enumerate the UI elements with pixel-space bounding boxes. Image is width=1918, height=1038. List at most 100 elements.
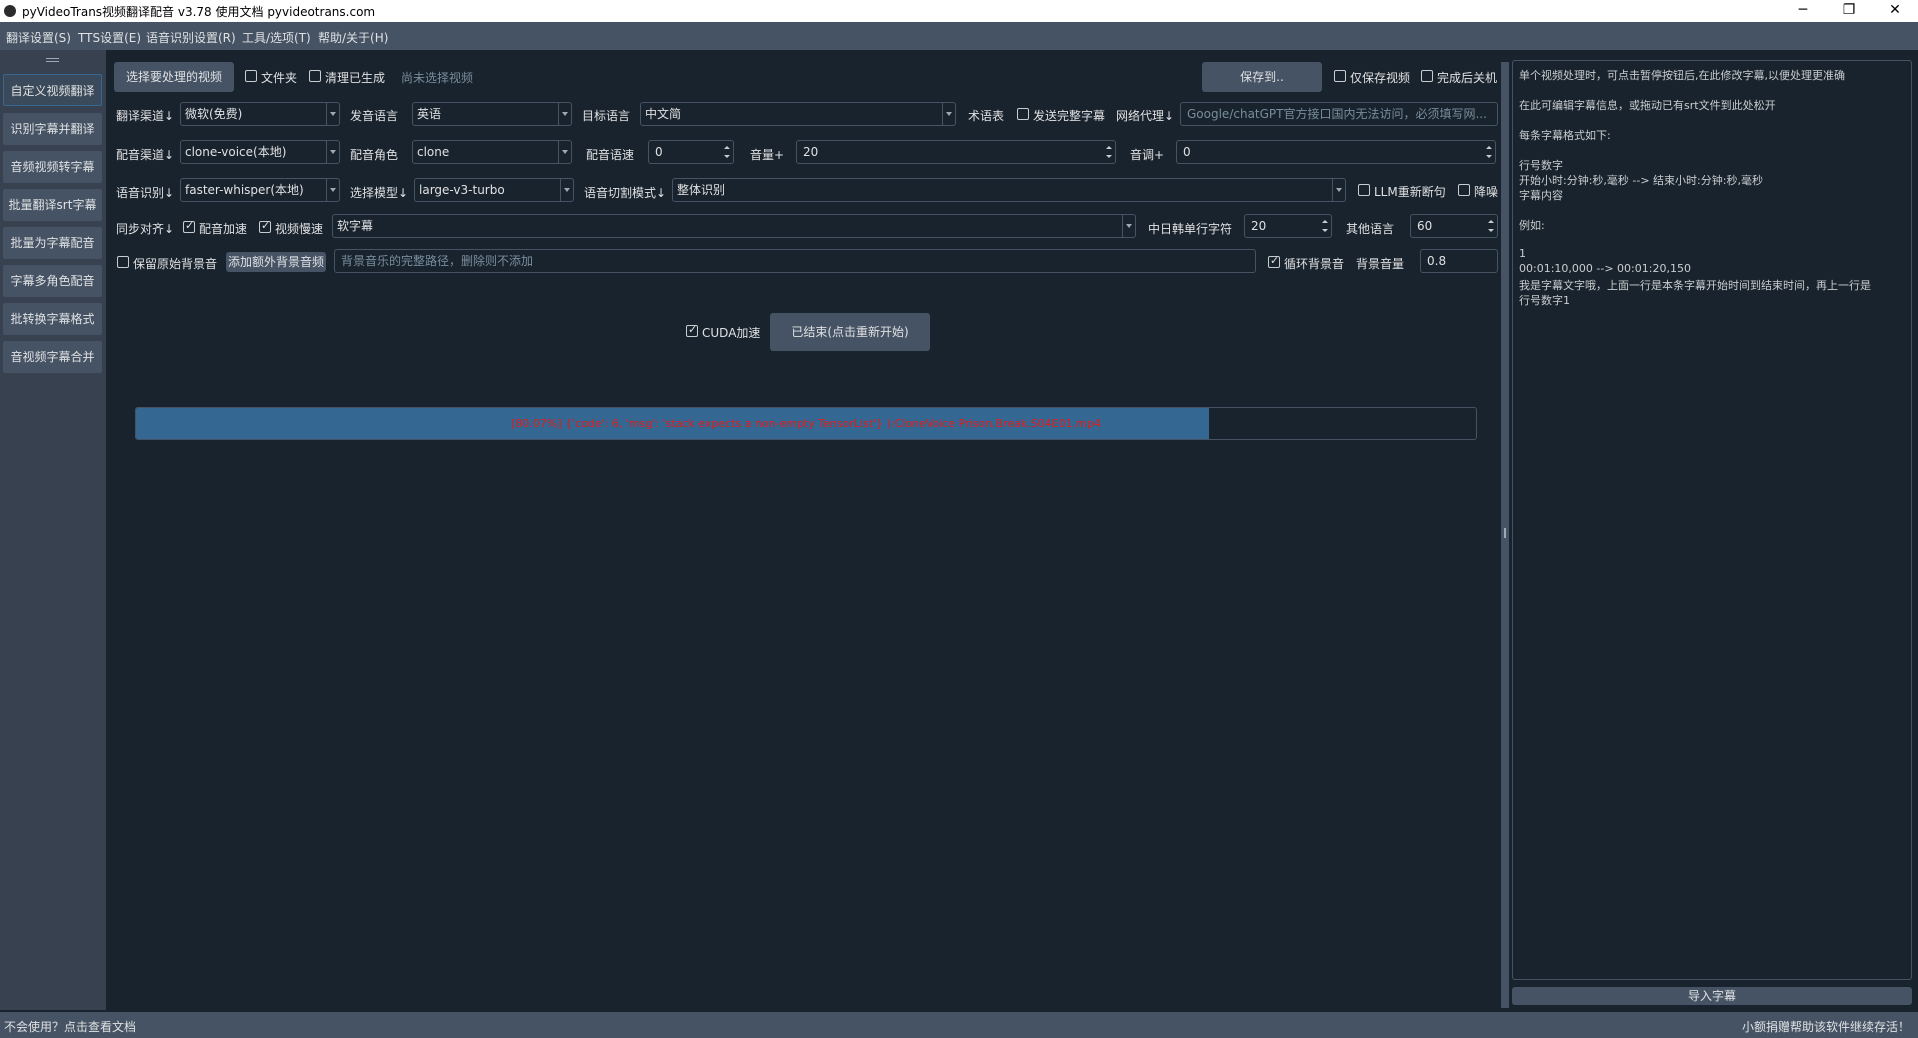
chevron-down-icon [326,141,339,163]
subtitle-editor[interactable]: 单个视频处理时，可点击暂停按钮后,在此修改字幕,以便处理更准确 在此可编辑字幕信… [1512,60,1912,980]
subtitle-text-line: 例如: [1519,219,1545,232]
cuda-label: CUDA加速 [702,326,761,340]
cuda-checkbox[interactable] [686,323,698,337]
sync-label[interactable]: 同步对齐↓ [116,220,174,237]
chevron-down-icon [1332,179,1345,201]
spin-down-icon [724,155,730,158]
spin-up-icon [1488,220,1494,223]
add-bg-audio-button[interactable]: 添加额外背景音频 [226,252,326,272]
llm-resplit-label: LLM重新断句 [1374,185,1446,199]
chevron-down-icon [326,179,339,201]
model-select[interactable]: large-v3-turbo [414,178,574,202]
video-slow-checkbox[interactable] [259,219,271,233]
title-bar: pyVideoTrans视频翻译配音 v3.78 使用文档 pyvideotra… [0,0,1918,22]
subtitle-text-line: 行号数字 [1519,159,1563,172]
volume-label: 音量+ [750,148,785,162]
start-button[interactable]: 已结束(点击重新开始) [770,313,930,351]
shutdown-after-checkbox[interactable] [1421,70,1433,82]
sidebar-item-convert-format[interactable]: 批转换字幕格式 [3,303,102,335]
save-video-only-label: 仅保存视频 [1350,71,1411,85]
subtitle-text-line: 1 [1519,247,1526,260]
folder-checkbox[interactable] [245,70,257,82]
menu-bar: 翻译设置(S) TTS设置(E) 语音识别设置(R) 工具/选项(T) 帮助/关… [0,22,1918,50]
split-mode-label[interactable]: 语音切割模式↓ [584,184,666,201]
subtitle-text-line: 行号数字1 [1519,294,1570,307]
save-video-only-checkbox[interactable] [1334,70,1346,82]
llm-resplit-checkbox[interactable] [1358,184,1370,196]
chevron-down-icon [558,141,571,163]
asr-label[interactable]: 语音识别↓ [116,184,174,201]
shutdown-after-label: 完成后关机 [1437,71,1498,85]
clear-generated-checkbox[interactable] [309,70,321,82]
source-lang-label: 发音语言 [350,109,399,123]
dub-role-select[interactable]: clone [412,140,572,164]
loop-bg-checkbox[interactable] [1268,254,1280,268]
menu-asr-settings[interactable]: 语音识别设置(R) [146,29,236,46]
save-to-button[interactable]: 保存到.. [1202,62,1322,92]
keep-bg-checkbox[interactable] [117,256,129,268]
sidebar-item-av-to-subtitle[interactable]: 音频视频转字幕 [3,151,102,183]
subtitle-text-line: 在此可编辑字幕信息，或拖动已有srt文件到此处松开 [1519,99,1776,112]
sidebar-handle-icon[interactable] [46,58,59,62]
proxy-label[interactable]: 网络代理↓ [1116,107,1174,124]
denoise-checkbox[interactable] [1458,184,1470,196]
dub-speed-label: 配音语速 [586,148,635,162]
asr-select[interactable]: faster-whisper(本地) [180,178,340,202]
cjk-chars-spinbox[interactable]: 20 [1244,214,1332,238]
sidebar-item-batch-dub[interactable]: 批量为字幕配音 [3,227,102,259]
close-button[interactable]: ✕ [1872,0,1918,22]
bg-volume-input[interactable]: 0.8 [1420,249,1498,273]
spin-up-icon [1486,146,1492,149]
restore-button[interactable]: ❐ [1826,0,1872,22]
keep-bg-label: 保留原始背景音 [133,257,218,271]
sidebar-item-merge-av-subtitle[interactable]: 音视频字幕合并 [3,341,102,373]
glossary-link[interactable]: 术语表 [968,107,1004,124]
select-video-button[interactable]: 选择要处理的视频 [114,62,234,92]
subtitle-text-line: 我是字幕文字哦，上面一行是本条字幕开始时间到结束时间，再上一行是 [1519,279,1871,292]
folder-label: 文件夹 [261,71,298,85]
menu-help[interactable]: 帮助/关于(H) [318,29,388,46]
minimize-button[interactable]: ─ [1780,0,1826,22]
dub-speed-spinbox[interactable]: 0 [648,140,734,164]
translate-channel-select[interactable]: 微软(免费) [180,102,340,126]
bg-path-input[interactable]: 背景音乐的完整路径，删除则不添加 [334,249,1256,273]
menu-translate-settings[interactable]: 翻译设置(S) [6,29,71,46]
import-subtitle-button[interactable]: 导入字幕 [1512,987,1912,1005]
progress-text: [80.07%] {'code': 6, 'msg': 'stack expec… [511,417,1101,430]
split-mode-select[interactable]: 整体识别 [672,178,1346,202]
proxy-input[interactable]: Google/chatGPT官方接口国内无法访问，必须填写网... [1180,102,1498,126]
donate-link[interactable]: 小额捐赠帮助该软件继续存活！ [1742,1018,1910,1035]
pitch-label: 音调+ [1130,148,1165,162]
menu-tools[interactable]: 工具/选项(T) [242,29,311,46]
send-full-subtitle-checkbox[interactable] [1017,108,1029,120]
bg-volume-label: 背景音量 [1356,257,1405,271]
no-video-status: 尚未选择视频 [401,71,474,85]
sidebar-item-batch-translate-srt[interactable]: 批量翻译srt字幕 [3,189,102,221]
denoise-label: 降噪 [1474,185,1499,199]
spin-down-icon [1486,155,1492,158]
dub-channel-label[interactable]: 配音渠道↓ [116,146,174,163]
source-lang-select[interactable]: 英语 [412,102,572,126]
chevron-down-icon [326,103,339,125]
cjk-chars-label: 中日韩单行字符 [1148,222,1233,236]
other-lang-spinbox[interactable]: 60 [1410,214,1498,238]
target-lang-select[interactable]: 中文简 [640,102,956,126]
menu-tts-settings[interactable]: TTS设置(E) [78,29,141,46]
chevron-down-icon [942,103,955,125]
subtitle-text-line: 字幕内容 [1519,189,1563,202]
sidebar-item-custom-video-translate[interactable]: 自定义视频翻译 [3,74,102,106]
subtitle-text-line: 每条字幕格式如下: [1519,129,1611,142]
sidebar-item-recognize-translate[interactable]: 识别字幕并翻译 [3,113,102,145]
translate-channel-label[interactable]: 翻译渠道↓ [116,107,174,124]
volume-spinbox[interactable]: 20 [796,140,1116,164]
dub-accel-checkbox[interactable] [183,219,195,233]
spin-up-icon [1106,146,1112,149]
pitch-spinbox[interactable]: 0 [1176,140,1496,164]
dub-channel-select[interactable]: clone-voice(本地) [180,140,340,164]
help-doc-link[interactable]: 不会使用？点击查看文档 [4,1018,136,1035]
sidebar-item-multi-role-dub[interactable]: 字幕多角色配音 [3,265,102,297]
send-full-subtitle-label: 发送完整字幕 [1033,109,1106,123]
subtitle-type-select[interactable]: 软字幕 [332,214,1136,238]
spin-down-icon [1322,229,1328,232]
model-label[interactable]: 选择模型↓ [350,184,408,201]
